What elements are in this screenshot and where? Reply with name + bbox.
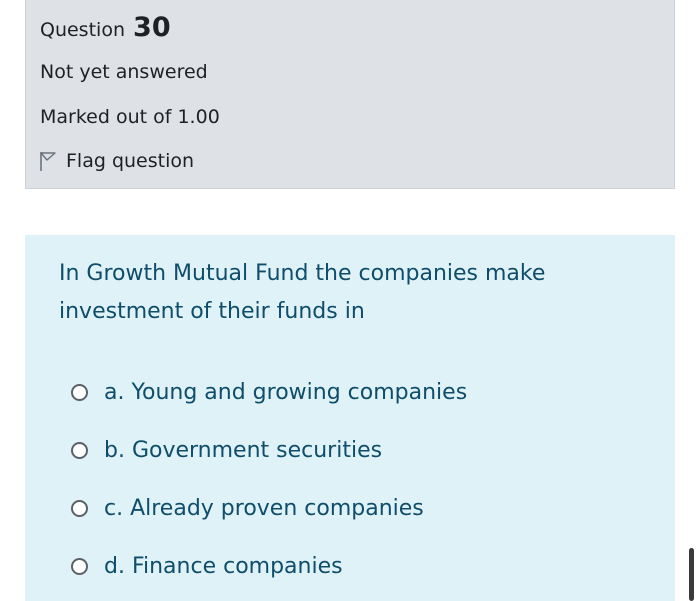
answer-option-c[interactable]: c. Already proven companies xyxy=(71,479,467,537)
answer-label: c. Already proven companies xyxy=(104,495,424,521)
radio-button[interactable] xyxy=(71,557,88,575)
question-info-panel: Question 30 Not yet answered Marked out … xyxy=(25,0,675,189)
quiz-page: Question 30 Not yet answered Marked out … xyxy=(0,0,700,601)
flag-question-label: Flag question xyxy=(66,150,195,172)
question-state: Not yet answered xyxy=(40,61,208,83)
question-grade: Marked out of 1.00 xyxy=(40,106,220,128)
question-number: 30 xyxy=(133,12,171,43)
question-content-panel: In Growth Mutual Fund the companies make… xyxy=(25,235,675,601)
radio-button[interactable] xyxy=(71,383,88,401)
question-heading: Question 30 xyxy=(40,11,171,47)
flag-icon xyxy=(38,150,58,172)
answer-label: d. Finance companies xyxy=(104,553,343,579)
answer-option-a[interactable]: a. Young and growing companies xyxy=(71,363,467,421)
answer-label: a. Young and growing companies xyxy=(104,379,468,405)
radio-button[interactable] xyxy=(71,499,88,517)
radio-button[interactable] xyxy=(71,441,88,459)
question-text: In Growth Mutual Fund the companies make… xyxy=(59,261,546,324)
answer-option-d[interactable]: d. Finance companies xyxy=(71,537,467,595)
question-label: Question xyxy=(40,19,125,41)
answer-list: a. Young and growing companies b. Govern… xyxy=(71,363,467,595)
answer-option-b[interactable]: b. Government securities xyxy=(71,421,467,479)
scrollbar-thumb[interactable] xyxy=(689,548,694,601)
answer-label: b. Government securities xyxy=(104,437,383,463)
flag-question-button[interactable]: Flag question xyxy=(38,148,194,174)
